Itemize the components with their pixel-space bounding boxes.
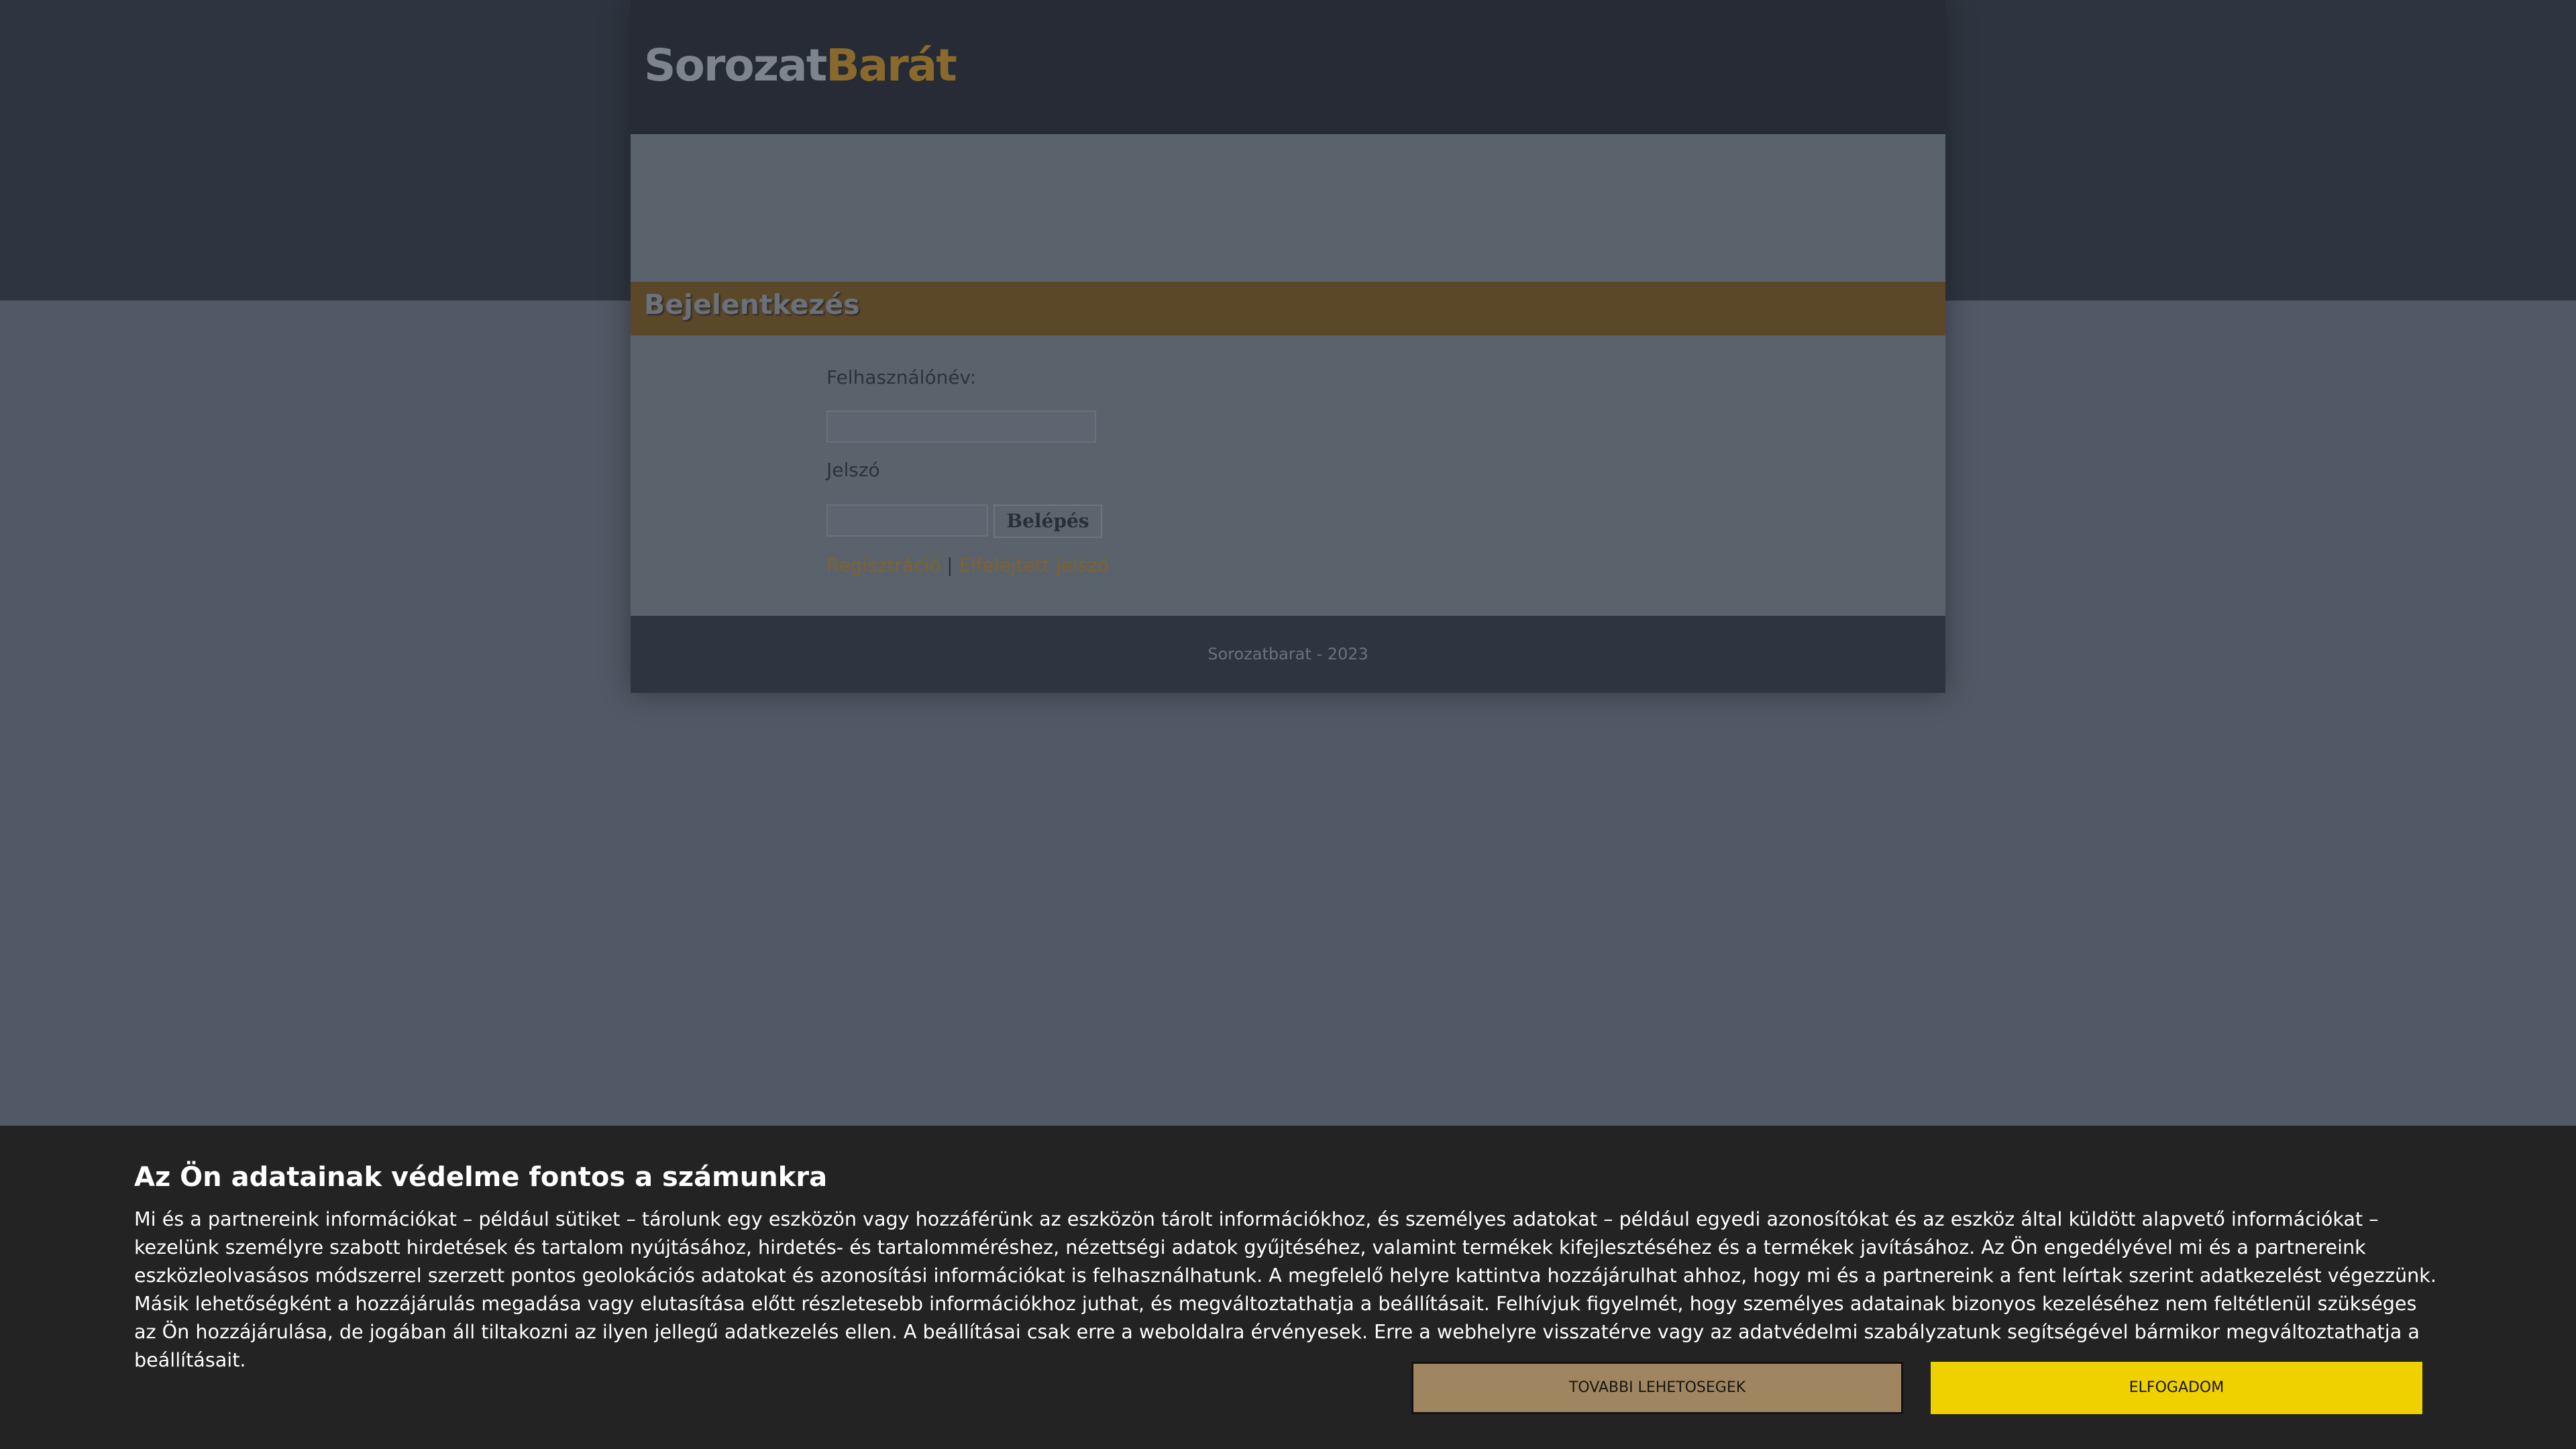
accept-button[interactable]: ELFOGADOM	[1931, 1362, 2422, 1414]
banner-area	[631, 134, 1945, 282]
cookie-consent-banner: Az Ön adatainak védelme fontos a számunk…	[0, 1126, 2576, 1449]
auth-links: Regisztráció | Elfelejtett jelszó	[826, 554, 1109, 576]
site-header: SorozatBarát	[631, 0, 1945, 134]
username-input[interactable]	[826, 411, 1096, 443]
username-label: Felhasználónév:	[826, 366, 977, 388]
cookie-title: Az Ön adatainak védelme fontos a számunk…	[134, 1162, 828, 1193]
cookie-body-text: Mi és a partnereink információkat – péld…	[134, 1208, 2436, 1371]
more-options-button[interactable]: TOVABBI LEHETOSEGEK	[1411, 1362, 1903, 1414]
page-container: SorozatBarát Bejelentkezés Felhasználóné…	[631, 0, 1945, 693]
register-link[interactable]: Regisztráció	[826, 554, 941, 576]
site-footer: Sorozatbarat - 2023	[631, 616, 1945, 693]
page-title: Bejelentkezés	[644, 288, 860, 321]
logo-part-sorozat: Sorozat	[644, 40, 827, 91]
logo-part-barat: Barát	[826, 40, 957, 91]
footer-text: Sorozatbarat - 2023	[1208, 645, 1368, 663]
site-logo[interactable]: SorozatBarát	[644, 39, 957, 93]
password-label: Jelszó	[826, 459, 880, 481]
section-title-bar: Bejelentkezés	[631, 282, 1945, 335]
login-button[interactable]: Belépés	[994, 504, 1102, 538]
login-form: Felhasználónév: Jelszó Belépés Regisztrá…	[631, 335, 1945, 616]
link-separator: |	[947, 554, 953, 576]
password-input[interactable]	[826, 504, 988, 537]
forgot-password-link[interactable]: Elfelejtett jelszó	[959, 554, 1109, 576]
